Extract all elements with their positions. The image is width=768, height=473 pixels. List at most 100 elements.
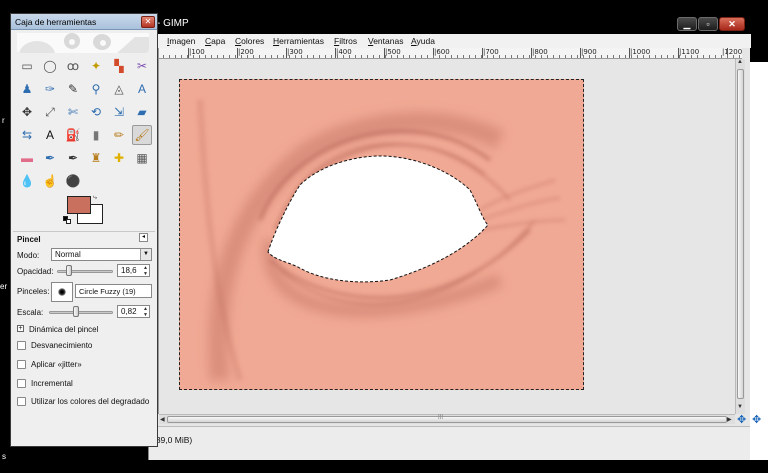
dodge-burn-tool-button[interactable]: ⚫ [63,171,83,191]
minimize-button[interactable]: ▁ [677,17,697,31]
image-canvas[interactable] [179,79,584,390]
ink-icon: ✒ [67,151,79,165]
vertical-scrollbar[interactable]: ▲ ▼ [735,59,745,414]
rect-select-tool-button[interactable]: ▭ [17,56,37,76]
horizontal-scroll-thumb[interactable]: ⁞⁞⁞ [167,415,727,423]
ruler-tick [531,48,532,58]
ruler-minor-tick [355,55,356,58]
opacity-spinbutton[interactable]: 18,6 ▲ ▼ [117,264,150,277]
ruler-minor-tick [457,55,458,58]
scroll-down-icon[interactable]: ▼ [737,404,743,410]
navigate-icon[interactable]: ✥ [752,413,761,426]
zoom-tool-button[interactable]: ⚲ [86,79,106,99]
measure-tool-button[interactable]: ◬ [109,79,129,99]
brush-dynamics-expander[interactable]: Dinámica del pincel [29,325,98,334]
toolbox-titlebar[interactable]: Caja de herramientas ✕ [11,14,157,30]
fade-checkbox[interactable] [17,341,26,350]
menu-capa[interactable]: Capa [205,36,225,46]
scroll-left-icon[interactable]: ◀ [160,416,165,423]
spin-down-icon[interactable]: ▼ [143,271,148,277]
horizontal-ruler[interactable]: |100 |200 |300 |400 |500 |600 |700 |800 … [159,48,742,59]
mode-select[interactable]: Normal ▼ [51,248,152,261]
brush-name-field[interactable]: Circle Fuzzy (19) [75,284,152,298]
airbrush-tool-button[interactable]: ✒ [40,148,60,168]
shear-tool-button[interactable]: ▰ [132,102,152,122]
ruler-minor-tick [529,55,530,58]
ruler-minor-tick [661,55,662,58]
vertical-scroll-thumb[interactable] [737,69,744,399]
menu-ayuda[interactable]: Ayuda [411,36,435,46]
move-tool-button[interactable]: ✥ [17,102,37,122]
ellipse-select-tool-button[interactable]: ◯ [40,56,60,76]
spin-down-icon[interactable]: ▼ [143,312,148,318]
opacity-slider-thumb[interactable] [66,265,73,276]
foreground-select-tool-button[interactable]: ♟ [17,79,37,99]
maximize-button[interactable]: ▫ [698,17,718,31]
navigate-icon[interactable]: ✥ [737,413,746,426]
perspective-clone-tool-button[interactable]: ▦ [132,148,152,168]
gradient-colors-checkbox[interactable] [17,397,26,406]
ruler-minor-tick [673,55,674,58]
crop-tool-button[interactable]: ✄ [63,102,83,122]
horizontal-scrollbar[interactable]: ◀ ⁞⁞⁞ ▶ [159,414,735,424]
options-menu-button[interactable]: ◂ [139,233,148,242]
scissors-tool-button[interactable]: ✂ [132,56,152,76]
pencil-tool-button[interactable]: ✏ [109,125,129,145]
scale-slider-thumb[interactable] [72,306,79,317]
window-titlebar[interactable]: - GIMP ▁ ▫ ✕ [149,14,751,34]
toolbox-close-button[interactable]: ✕ [141,16,155,28]
jitter-checkbox[interactable] [17,360,26,369]
menu-ventanas[interactable]: Ventanas [368,36,403,46]
blur-tool-button[interactable]: 💧 [17,171,37,191]
default-colors-icon[interactable] [63,216,71,224]
menu-herramientas[interactable]: Herramientas [273,36,324,46]
blend-tool-button[interactable]: ▮ [86,125,106,145]
ruler-label: |1000 [630,48,651,56]
color-picker-icon: ✎ [67,82,79,96]
scale-slider[interactable] [49,311,113,314]
foreground-color-swatch[interactable] [67,196,91,214]
canvas-area[interactable] [159,59,735,414]
align-tool-button[interactable]: ⤢ [40,102,60,122]
ruler-minor-tick [277,55,278,58]
clone-tool-button[interactable]: ♜ [86,148,106,168]
bucket-fill-tool-button[interactable]: ⛽ [63,125,83,145]
color-select-tool-button[interactable]: ▚ [109,56,129,76]
scroll-up-icon[interactable]: ▲ [737,59,743,65]
scale-label: Escala: [17,308,44,317]
desktop-label: s [2,452,6,461]
scroll-right-icon[interactable]: ▶ [727,416,732,423]
text-a-tool-button[interactable]: A [132,79,152,99]
paths-tool-button[interactable]: ✑ [40,79,60,99]
menu-colores[interactable]: Colores [235,36,264,46]
incremental-checkbox[interactable] [17,379,26,388]
color-picker-tool-button[interactable]: ✎ [63,79,83,99]
toolbox-window: Caja de herramientas ✕ ⤷ Pincel ◂ Modo: … [10,13,158,447]
menu-filtros[interactable]: Filtros [334,36,357,46]
fuzzy-select-tool-button[interactable]: ✦ [86,56,106,76]
paintbrush-tool-button[interactable]: 🖌 [132,125,152,145]
brush-preview-button[interactable] [51,282,73,302]
scale-tool-button[interactable]: ⇲ [109,102,129,122]
paths-icon: ✑ [44,82,56,96]
rotate-tool-button[interactable]: ⟲ [86,102,106,122]
ruler-minor-tick [445,55,446,58]
ruler-minor-tick [613,55,614,58]
expander-plus-icon[interactable]: + [17,325,24,332]
free-select-tool-button[interactable]: ꝏ [63,56,83,76]
menu-imagen[interactable]: Imagen [167,36,195,46]
eraser-tool-button[interactable]: ▬ [17,148,37,168]
swap-colors-icon[interactable]: ⤷ [93,194,97,202]
scale-spinbutton[interactable]: 0,82 ▲ ▼ [117,305,150,318]
wilber-logo-icon[interactable] [17,33,149,53]
ruler-minor-tick [685,55,686,58]
smudge-tool-button[interactable]: ☝ [40,171,60,191]
heal-tool-button[interactable]: ✚ [109,148,129,168]
text-tool-button[interactable]: A [40,125,60,145]
chevron-down-icon[interactable]: ▼ [140,249,151,260]
close-button[interactable]: ✕ [719,17,745,31]
flip-tool-button[interactable]: ⇆ [17,125,37,145]
ruler-minor-tick [259,55,260,58]
ink-tool-button[interactable]: ✒ [63,148,83,168]
window-title: - GIMP [157,18,189,29]
